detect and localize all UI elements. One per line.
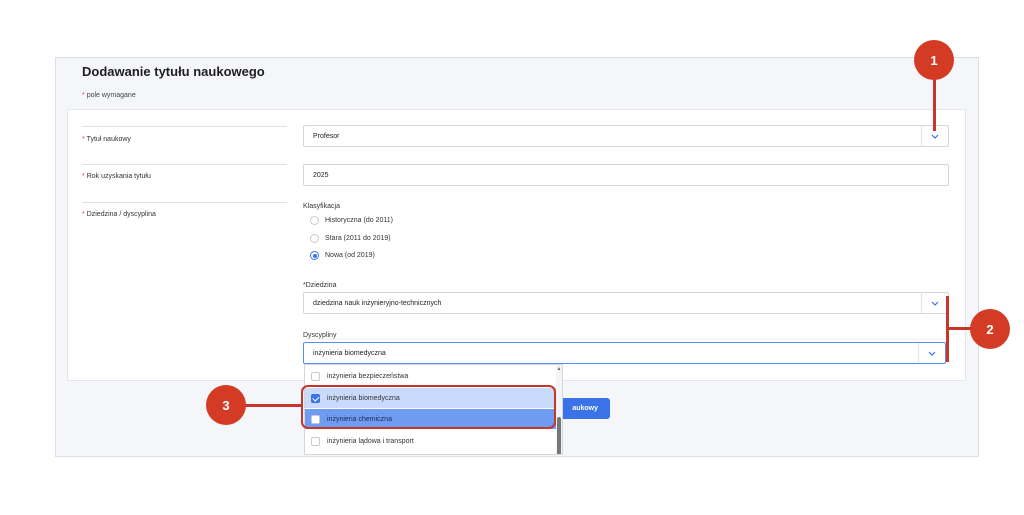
radio-circle[interactable] — [310, 234, 319, 243]
checkbox[interactable] — [311, 371, 320, 381]
year-input[interactable]: 2025 — [303, 164, 949, 186]
classification-label: Klasyfikacja — [303, 203, 340, 210]
row-divider — [82, 202, 287, 203]
required-note: * pole wymagane — [82, 92, 136, 99]
radio-old[interactable]: Stara (2011 do 2019) — [310, 234, 391, 243]
title-select[interactable]: Profesor — [303, 125, 949, 147]
required-marker: * — [82, 92, 85, 99]
disciplines-select[interactable]: inżynieria biomedyczna — [303, 342, 946, 364]
chevron-down-icon[interactable] — [921, 293, 948, 313]
domain-label: *Dziedzina — [303, 282, 337, 289]
callout-line-3 — [245, 404, 302, 407]
radio-historical[interactable]: Historyczna (do 2011) — [310, 216, 393, 225]
page-title: Dodawanie tytułu naukowego — [82, 64, 265, 79]
checkbox[interactable] — [311, 436, 320, 446]
radio-circle-checked[interactable] — [310, 251, 319, 260]
callout-badge-1: 1 — [914, 40, 954, 80]
required-note-text: pole wymagane — [86, 92, 136, 99]
callout-badge-3: 3 — [206, 385, 246, 425]
radio-circle[interactable] — [310, 216, 319, 225]
scrollbar-thumb[interactable] — [557, 417, 561, 454]
domain-select-value: dziedzina nauk inżynieryjno-technicznych — [313, 299, 442, 307]
year-input-value: 2025 — [313, 171, 329, 179]
discipline-field-label: * Dziedzina / dyscyplina — [82, 211, 156, 218]
callout-badge-2: 2 — [970, 309, 1010, 349]
title-select-value: Profesor — [313, 132, 340, 140]
dropdown-option[interactable]: inżynieria bezpieczeństwa — [305, 366, 557, 386]
callout-line-2 — [946, 327, 972, 330]
scroll-up-arrow-icon[interactable]: ▲ — [556, 366, 562, 372]
row-divider — [82, 126, 287, 127]
callout-highlight-box — [301, 385, 556, 429]
radio-new[interactable]: Nowa (od 2019) — [310, 251, 375, 260]
callout-line-1 — [933, 78, 936, 131]
domain-select[interactable]: dziedzina nauk inżynieryjno-technicznych — [303, 292, 949, 314]
dropdown-option[interactable]: inżynieria lądowa i transport — [305, 431, 557, 451]
chevron-down-icon[interactable] — [918, 343, 945, 363]
year-field-label: * Rok uzyskania tytułu — [82, 173, 151, 180]
form-card — [67, 109, 966, 381]
title-field-label: * Tytuł naukowy — [82, 136, 131, 143]
disciplines-label: Dyscypliny — [303, 332, 337, 339]
row-divider — [82, 164, 287, 165]
disciplines-select-value: inżynieria biomedyczna — [313, 349, 386, 357]
